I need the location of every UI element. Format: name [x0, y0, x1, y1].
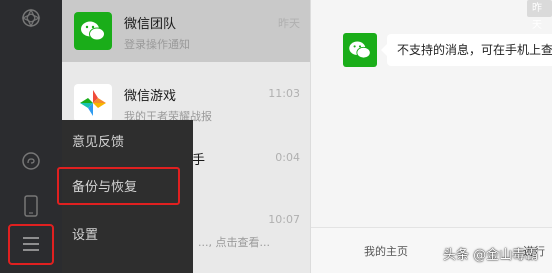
watermark: 头条 @金山毒霸: [443, 248, 539, 263]
chat-preview: 登录操作通知: [124, 38, 190, 51]
chat-time: 0:04: [275, 151, 300, 164]
wechat-games-avatar: [74, 84, 112, 122]
chat-time: 昨天: [278, 17, 300, 30]
chat-time: 11:03: [268, 87, 300, 100]
moments-icon[interactable]: [0, 6, 62, 30]
chat-time: 10:07: [268, 213, 300, 226]
message-avatar: [343, 33, 377, 67]
sidebar: [0, 0, 62, 273]
chat-name: 微信游戏: [124, 89, 177, 104]
menu-highlight-frame: [8, 224, 54, 265]
conversation-panel: 昨天 不支持的消息，可在手机上查看 我的主页 进行: [310, 0, 552, 273]
chat-item[interactable]: 微信团队 登录操作通知 昨天: [62, 0, 310, 62]
message-bubble: 不支持的消息，可在手机上查看: [387, 34, 552, 66]
wechat-team-avatar: [74, 12, 112, 50]
backup-highlight-frame: [57, 167, 180, 205]
menu-item-settings[interactable]: 设置: [62, 215, 193, 257]
date-tag: 昨天: [527, 0, 552, 31]
chat-name: 手: [192, 153, 206, 168]
chat-preview: ..., 点击查看...: [198, 236, 270, 249]
my-home-button[interactable]: 我的主页: [364, 243, 408, 259]
mini-program-icon[interactable]: [0, 150, 62, 172]
menu-item-feedback[interactable]: 意见反馈: [62, 122, 193, 164]
chat-name: 微信团队: [124, 17, 177, 32]
phone-icon[interactable]: [0, 194, 62, 218]
